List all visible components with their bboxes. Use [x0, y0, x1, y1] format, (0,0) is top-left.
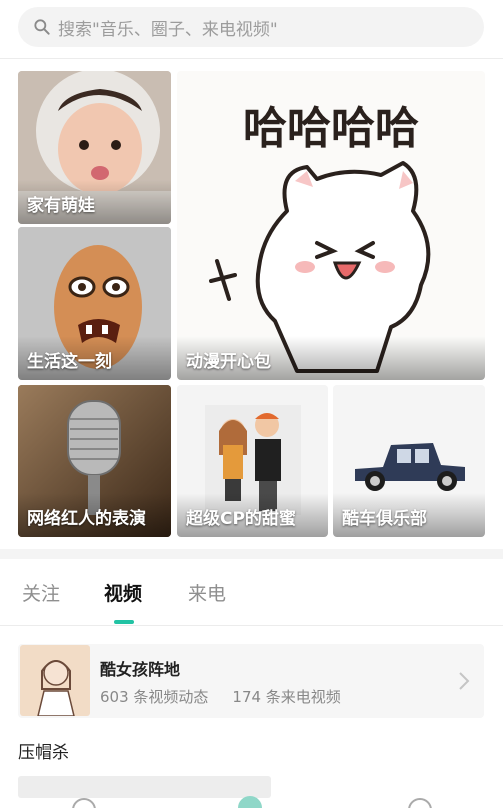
tab-bar: 关注 视频 来电 [0, 559, 503, 625]
tile-family-kids[interactable]: 家有萌娃 [18, 71, 171, 224]
tile-anime-happy[interactable]: 哈哈哈哈 动漫开心包 [177, 71, 485, 380]
circle-title: 酷女孩阵地 [100, 660, 181, 679]
section-title: 压帽杀 [18, 743, 69, 763]
call-count: 174 条来电视频 [232, 688, 341, 706]
circle-card[interactable]: 酷女孩阵地 603 条视频动态 174 条来电视频 [18, 644, 484, 718]
active-tab-indicator [114, 620, 134, 624]
tile-life-moment[interactable]: 生活这一刻 [18, 227, 171, 380]
profile-icon[interactable] [408, 798, 432, 808]
tile-cool-car-club[interactable]: 酷车俱乐部 [333, 385, 485, 537]
tile-label: 家有萌娃 [27, 196, 95, 216]
tab-follow[interactable]: 关注 [22, 579, 60, 606]
tile-label: 酷车俱乐部 [342, 509, 427, 529]
center-icon[interactable] [238, 796, 262, 808]
tile-super-cp[interactable]: 超级CP的甜蜜 [177, 385, 328, 537]
tile-label: 生活这一刻 [27, 352, 112, 372]
tab-ringtone[interactable]: 来电 [188, 579, 226, 606]
cat-sticker-image: 哈哈哈哈 [177, 71, 485, 380]
tile-label: 动漫开心包 [186, 352, 271, 372]
home-icon[interactable] [72, 798, 96, 808]
circle-avatar [20, 645, 90, 716]
section-gap [0, 549, 503, 559]
search-icon [34, 19, 50, 35]
video-count: 603 条视频动态 [100, 688, 209, 706]
divider [0, 625, 503, 626]
search-placeholder: 搜索"音乐、圈子、来电视频" [58, 19, 278, 40]
category-grid: 家有萌娃 哈哈哈哈 动漫开心包 生活这一刻 网络红人的表演 超级CP的甜蜜 酷车… [0, 59, 503, 549]
search-bar-container: 搜索"音乐、圈子、来电视频" [0, 0, 503, 58]
tile-label: 网络红人的表演 [27, 509, 146, 529]
bottom-nav [0, 792, 503, 808]
tile-label: 超级CP的甜蜜 [186, 509, 296, 529]
tab-video[interactable]: 视频 [104, 579, 142, 606]
search-input[interactable]: 搜索"音乐、圈子、来电视频" [18, 7, 484, 47]
haha-text: 哈哈哈哈 [243, 103, 419, 154]
circle-stats: 603 条视频动态 174 条来电视频 [100, 686, 341, 707]
tile-influencer-show[interactable]: 网络红人的表演 [18, 385, 171, 537]
chevron-right-icon [459, 672, 470, 690]
